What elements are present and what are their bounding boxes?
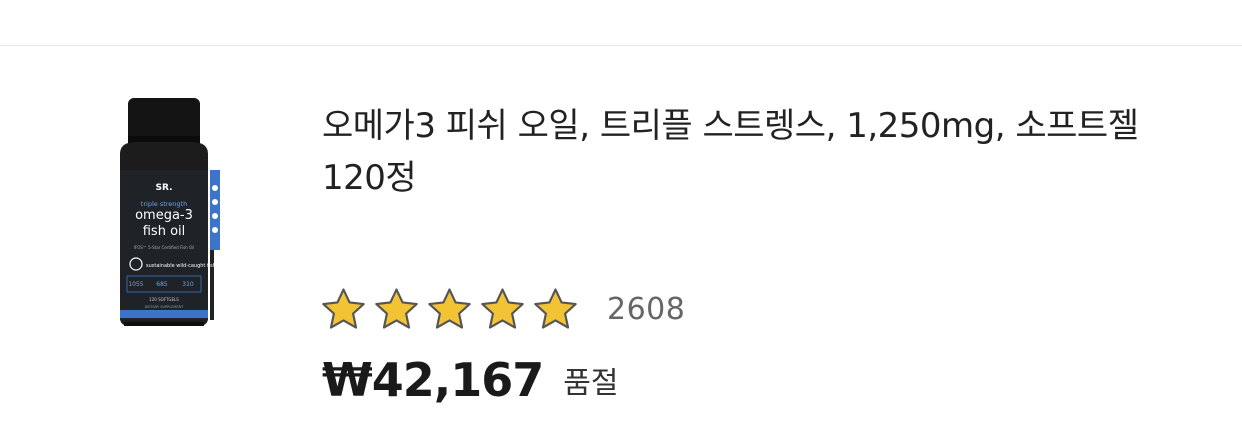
star-icon [375,287,418,329]
bottle-supplement-text: DIETARY SUPPLEMENT [145,305,185,309]
product-price: ₩42,167 [322,353,544,407]
star-icon [481,287,524,329]
bottle-label-line3: fish oil [143,224,186,239]
top-divider [0,45,1242,46]
review-count[interactable]: 2608 [607,292,685,327]
bottle-label-line1: triple strength [141,200,187,208]
price-row: ₩42,167 품절 [322,348,618,412]
bottle-label-sourced: sustainable wild-caught fish [146,263,216,269]
bottle-label-certification: IFOS™ 5-Star Certified Fish Oil [134,245,195,250]
bottle-brand-text: SR. [156,183,173,193]
bottle-stat-3: 310 [182,281,194,288]
bottle-stat-1: 1055 [128,281,143,288]
bottle-softgel-count: 120 SOFTGELS [149,297,179,302]
star-icon [428,287,471,329]
bottle-label-line2: omega-3 [135,208,193,223]
stock-status-badge: 품절 [563,366,619,401]
product-image[interactable]: SR. triple strength omega-3 fish oil IFO… [100,96,228,336]
bottle-cap [128,98,200,142]
star-icon [534,287,577,329]
star-rating [320,286,585,333]
bottle-stat-2: 685 [156,281,168,288]
product-title[interactable]: 오메가3 피쉬 오일, 트리플 스트렝스, 1,250mg, 소프트젤 120정 [322,100,1182,204]
rating-row[interactable]: 2608 [320,283,685,335]
star-icon [322,287,365,329]
